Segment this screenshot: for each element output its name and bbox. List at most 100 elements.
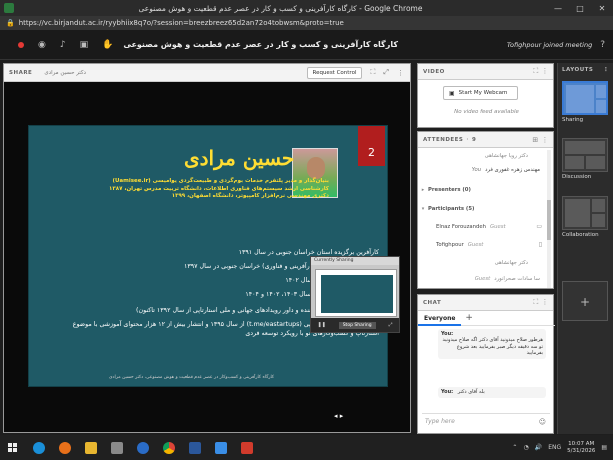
pod-menu-icon[interactable]: ⊞ ⋮ — [532, 136, 549, 144]
bio-line: دکتری مهندسی نرم‌افزار کامپیوتر، دانشگاه… — [171, 193, 329, 199]
request-control-button[interactable]: Request Control — [306, 66, 363, 79]
clock[interactable]: 10:07 AM 5/31/2026 — [567, 441, 595, 455]
fit-screen-icon[interactable]: ⛶ — [370, 68, 375, 77]
url-text[interactable]: https://vc.birjandut.ac.ir/ryybhiix8q7o/… — [19, 19, 344, 27]
layout-thumbnail — [562, 81, 608, 115]
camera-icon[interactable]: ▣ — [80, 40, 89, 50]
emoji-icon[interactable]: ☺ — [539, 418, 546, 426]
you-tag: You — [471, 166, 482, 173]
share-pod-title: SHARE — [9, 69, 33, 76]
layout-collaboration[interactable]: Collaboration — [562, 196, 608, 238]
attendee-item[interactable]: دکتر جهانشاهی — [418, 256, 548, 269]
taskbar-app[interactable] — [184, 435, 206, 460]
help-icon[interactable]: ? — [600, 40, 605, 50]
app-icon — [4, 3, 14, 13]
message-text: هرطور صلاح میدونید آقای دکتر اگه صلاح می… — [442, 337, 543, 356]
taskbar-app[interactable] — [28, 435, 50, 460]
presenters-group[interactable]: ▸ Presenters (0) — [418, 183, 548, 196]
taskbar-app[interactable] — [80, 435, 102, 460]
tray-arrow-icon[interactable]: ⌃ — [512, 444, 517, 451]
maximize-icon[interactable]: □ — [569, 4, 591, 13]
notifications-icon[interactable]: ▤ — [601, 444, 607, 451]
share-content: 2 حسین مرادی بنیان‌گذار و مدیر پلتفرم خد… — [4, 82, 410, 432]
chevron-down-icon: ▾ — [421, 205, 425, 212]
taskbar-app[interactable] — [54, 435, 76, 460]
stop-sharing-button[interactable]: Stop Sharing — [338, 321, 376, 329]
language-indicator[interactable]: ENG — [548, 444, 561, 451]
layout-discussion[interactable]: Discussion — [562, 138, 608, 180]
audio-icon[interactable]: ◉ — [38, 40, 46, 50]
layouts-menu-icon[interactable]: ⋮ — [603, 63, 609, 77]
start-button[interactable] — [0, 435, 24, 460]
address-bar[interactable]: 🔒 https://vc.birjandut.ac.ir/ryybhiix8q7… — [0, 16, 613, 30]
lock-icon: 🔒 — [6, 19, 15, 27]
window-title: کارگاه کارآفرینی و کسب و کار در عصر عدم … — [138, 3, 423, 13]
taskbar-app[interactable] — [236, 435, 258, 460]
share-pod-header: SHARE دکتر حسین مرادی Request Control ⛶ … — [4, 64, 410, 82]
attendee-item[interactable]: Tofighpour Guest ▯ — [418, 238, 548, 251]
attendee-item[interactable]: Guest سا سادات صحرانورد — [418, 272, 548, 285]
meeting-title: کارگاه کارآفرینی و کسب و کار در عصر عدم … — [123, 40, 398, 49]
chat-message: You: بله آقای دکتر — [438, 387, 546, 398]
minimize-icon[interactable]: — — [547, 4, 569, 13]
raise-hand-icon[interactable]: ✋ — [102, 40, 113, 50]
pod-menu-icon[interactable]: ⛶ ⋮ — [533, 67, 549, 76]
pod-menu-icon[interactable]: ⛶ ⋮ — [533, 298, 549, 307]
speaker-icon[interactable]: ♪ — [60, 40, 66, 50]
group-label: Participants (5) — [428, 205, 475, 212]
message-text: بله آقای دکتر — [457, 389, 485, 395]
expand-icon[interactable]: ⤢ — [389, 322, 393, 328]
taskbar-app[interactable] — [158, 435, 180, 460]
chat-messages: You: هرطور صلاح میدونید آقای دکتر اگه صل… — [418, 327, 555, 402]
folder-icon — [85, 441, 97, 454]
add-layout-button[interactable]: + — [562, 281, 608, 321]
meeting-bar: ◉ ♪ ▣ ✋ کارگاه کارآفرینی و کسب و کار در … — [0, 30, 613, 60]
close-icon[interactable]: ✕ — [591, 4, 613, 13]
layout-thumbnail — [562, 138, 608, 172]
pod-menu-icon[interactable]: ⋮ — [397, 69, 404, 77]
taskbar-app[interactable] — [210, 435, 232, 460]
pdf-icon — [241, 441, 253, 454]
layout-sharing[interactable]: Sharing — [562, 81, 608, 123]
attendees-pod-header: ATTENDEES · 9 ⊞ ⋮ — [418, 132, 553, 148]
attendee-name: مهندس زهره غفوری فرد — [485, 166, 540, 173]
participants-group[interactable]: ▾ Participants (5) — [418, 202, 548, 215]
chat-tabs: Everyone + — [418, 311, 555, 326]
attendee-item[interactable]: You مهندس زهره غفوری فرد — [418, 163, 548, 176]
chevron-right-icon: ▸ — [421, 186, 425, 193]
taskbar-app[interactable] — [132, 435, 154, 460]
attendee-item[interactable]: دکتر رویا جهانشاهی — [418, 149, 548, 162]
record-icon[interactable] — [18, 41, 24, 48]
windows-icon — [7, 443, 17, 452]
sharing-preview — [315, 269, 397, 317]
store-icon — [111, 441, 123, 454]
sharing-preview-pod: Currently Sharing ❚❚ Stop Sharing ⤢ — [310, 256, 400, 333]
no-video-message: No video feed available — [454, 109, 519, 115]
add-tab-icon[interactable]: + — [465, 313, 473, 323]
clock-time: 10:07 AM — [568, 440, 595, 447]
taskbar-app[interactable] — [106, 435, 128, 460]
volume-icon[interactable]: 🔊 — [535, 444, 542, 451]
slide-bio: بنیان‌گذار و مدیر پلتفرم خدمات بوم‌گردی … — [89, 178, 329, 201]
attendee-count: 9 — [471, 136, 477, 143]
system-tray: ⌃ ◔ 🔊 ENG 10:07 AM 5/31/2026 ▤ — [512, 441, 613, 455]
prev-slide-icon[interactable]: ◂ — [334, 412, 338, 420]
sharing-controls: ❚❚ Stop Sharing ⤢ — [311, 318, 399, 332]
firefox-icon — [59, 441, 71, 454]
chat-input[interactable]: Type here ☺ — [422, 413, 550, 429]
attendee-name: Tofighpour — [436, 241, 464, 248]
bio-line: کارشناسی ارشد سیستم‌های فناوری اطلاعات، … — [109, 185, 329, 192]
next-slide-icon[interactable]: ▸ — [340, 412, 344, 420]
pause-icon[interactable]: ❚❚ — [317, 322, 325, 328]
word-icon — [189, 441, 201, 454]
fullscreen-icon[interactable]: ⤢ — [383, 68, 389, 77]
tab-everyone[interactable]: Everyone — [418, 311, 462, 326]
attendee-item[interactable]: Elnaz Forouzandeh Guest ▭ — [418, 220, 548, 233]
slide-number: 2 — [358, 126, 385, 166]
attendees-scrollbar[interactable] — [547, 150, 551, 288]
network-icon[interactable]: ◔ — [523, 444, 528, 451]
chat-pod-title: CHAT — [423, 299, 442, 306]
start-webcam-button[interactable]: ▣ Start My Webcam — [443, 86, 518, 100]
share-pod: SHARE دکتر حسین مرادی Request Control ⛶ … — [3, 63, 411, 433]
layouts-header: LAYOUTS ⋮ — [558, 63, 613, 77]
